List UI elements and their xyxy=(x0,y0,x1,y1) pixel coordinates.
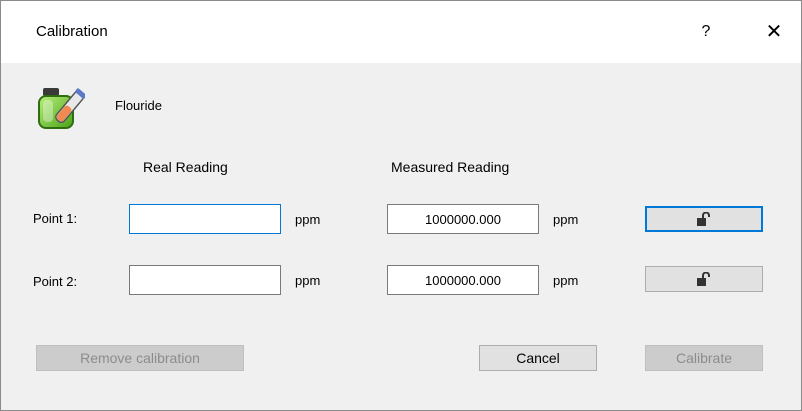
calibration-dialog: Calibration ? ✕ Flouride Real Reading Me… xyxy=(0,0,802,411)
point-1-real-unit: ppm xyxy=(295,212,321,227)
point-1-measured-input[interactable] xyxy=(387,204,539,234)
window-title: Calibration xyxy=(36,23,108,40)
point-2-label: Point 2: xyxy=(33,274,78,289)
unlock-icon xyxy=(697,272,710,286)
close-button[interactable]: ✕ xyxy=(759,15,789,49)
remove-calibration-button[interactable]: Remove calibration xyxy=(36,345,244,371)
point-2-measured-unit: ppm xyxy=(553,273,579,288)
point-1-lock-button[interactable] xyxy=(645,206,763,232)
unlock-icon xyxy=(697,212,710,226)
point-2-measured-input[interactable] xyxy=(387,265,539,295)
point-2-real-unit: ppm xyxy=(295,273,321,288)
point-2-real-input[interactable] xyxy=(129,265,281,295)
point-1-measured-unit: ppm xyxy=(553,212,579,227)
point-1-label: Point 1: xyxy=(33,211,78,226)
measured-reading-header: Measured Reading xyxy=(391,159,510,175)
element-name: Flouride xyxy=(115,98,162,113)
title-bar: Calibration ? ✕ xyxy=(1,1,801,63)
real-reading-header: Real Reading xyxy=(143,159,228,175)
chemical-bottle-icon xyxy=(38,88,85,129)
calibrate-button[interactable]: Calibrate xyxy=(645,345,763,371)
cancel-button[interactable]: Cancel xyxy=(479,345,597,371)
point-2-lock-button[interactable] xyxy=(645,266,763,292)
help-button[interactable]: ? xyxy=(691,15,721,49)
point-1-real-input[interactable] xyxy=(129,204,281,234)
